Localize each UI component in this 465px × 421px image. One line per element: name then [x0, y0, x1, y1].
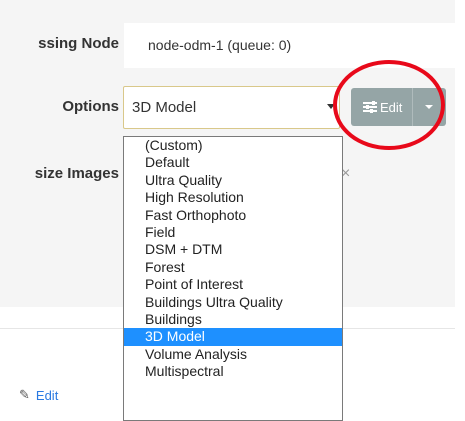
dropdown-option-fast-orthophoto[interactable]: Fast Orthophoto: [124, 207, 342, 224]
chevron-down-icon: [327, 104, 335, 109]
dropdown-option-default[interactable]: Default: [124, 154, 342, 171]
edit-button-label: Edit: [380, 99, 403, 115]
options-select[interactable]: 3D Model: [123, 86, 340, 129]
options-dropdown-list: (Custom) Default Ultra Quality High Reso…: [123, 136, 343, 421]
dropdown-option-forest[interactable]: Forest: [124, 259, 342, 276]
dropdown-option-buildings[interactable]: Buildings: [124, 311, 342, 328]
dropdown-option-ultra-quality[interactable]: Ultra Quality: [124, 172, 342, 189]
edit-options-button[interactable]: Edit: [351, 88, 412, 126]
edit-link[interactable]: ✎ Edit: [19, 387, 58, 403]
options-label: Options: [62, 98, 119, 115]
edit-options-button-group: Edit: [351, 88, 446, 126]
dropdown-option-field[interactable]: Field: [124, 224, 342, 241]
processing-node-select[interactable]: node-odm-1 (queue: 0): [124, 23, 455, 68]
dropdown-option-3d-model[interactable]: 3D Model: [124, 328, 342, 346]
caret-down-icon: [425, 105, 433, 109]
dropdown-option-custom[interactable]: (Custom): [124, 137, 342, 154]
edit-options-dropdown-toggle[interactable]: [412, 88, 446, 126]
resize-images-label: size Images: [34, 165, 119, 182]
dropdown-option-multispectral[interactable]: Multispectral: [124, 363, 342, 380]
processing-node-label: ssing Node: [38, 35, 119, 52]
edit-link-label: Edit: [35, 387, 59, 403]
dropdown-option-high-resolution[interactable]: High Resolution: [124, 189, 342, 206]
dropdown-option-dsm-dtm[interactable]: DSM + DTM: [124, 241, 342, 258]
sliders-icon: [363, 101, 377, 113]
dropdown-option-buildings-ultra-quality[interactable]: Buildings Ultra Quality: [124, 294, 342, 311]
dropdown-option-volume-analysis[interactable]: Volume Analysis: [124, 346, 342, 363]
dropdown-option-point-of-interest[interactable]: Point of Interest: [124, 276, 342, 293]
pencil-icon: ✎: [19, 387, 30, 402]
